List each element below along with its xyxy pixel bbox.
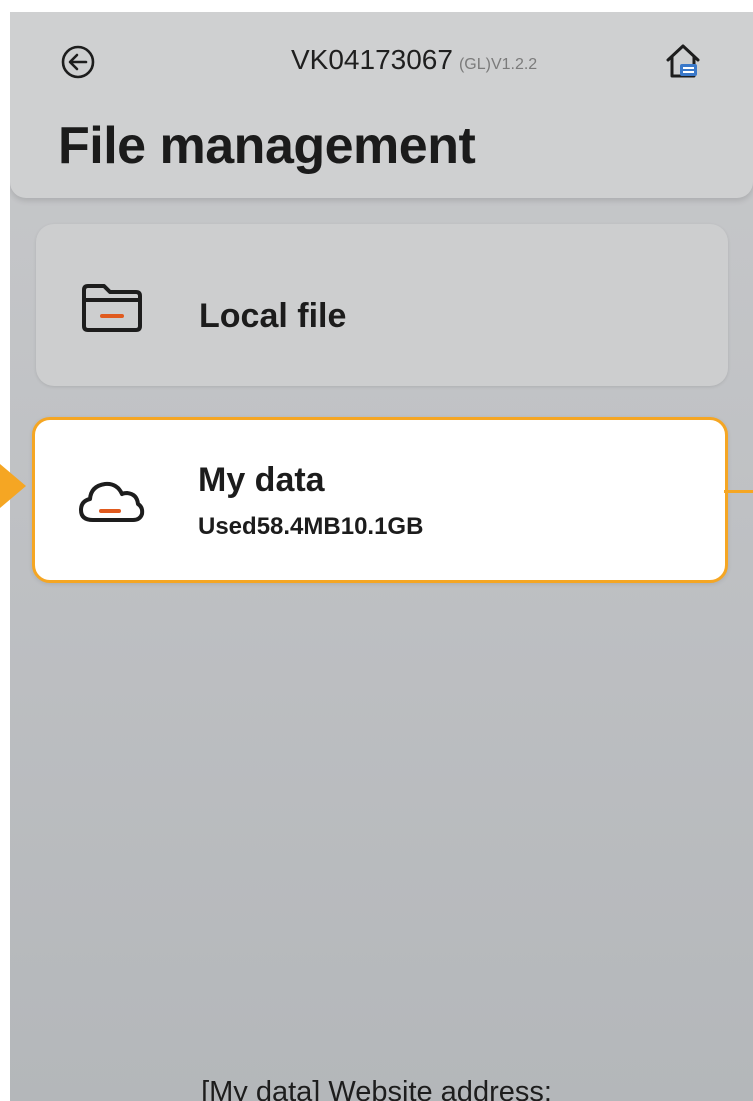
page-title: File management: [58, 117, 476, 175]
header-bar: VK04173067 (GL)V1.2.2 File management: [10, 12, 753, 198]
back-arrow-circle-icon: [61, 45, 95, 79]
home-icon: [666, 44, 700, 78]
callout-arrow-left: [0, 464, 26, 508]
device-id: VK04173067: [291, 44, 453, 75]
storage-usage: Used58.4MB10.1GB: [198, 513, 424, 540]
website-address-label: [My data] Website address:: [201, 1076, 552, 1101]
home-button[interactable]: [662, 40, 704, 82]
folder-icon: [82, 284, 142, 332]
local-file-card[interactable]: Local file: [36, 224, 728, 386]
my-data-card[interactable]: My data Used58.4MB10.1GB: [32, 417, 728, 583]
back-button[interactable]: [60, 44, 96, 80]
local-file-label: Local file: [199, 297, 347, 335]
device-info: VK04173067 (GL)V1.2.2: [291, 42, 537, 78]
firmware-version: (GL)V1.2.2: [458, 56, 538, 73]
callout-line-right: [724, 490, 753, 493]
cloud-icon: [79, 481, 145, 522]
app-screen: VK04173067 (GL)V1.2.2 File management Loc…: [10, 12, 753, 1101]
my-data-label: My data: [198, 461, 325, 499]
